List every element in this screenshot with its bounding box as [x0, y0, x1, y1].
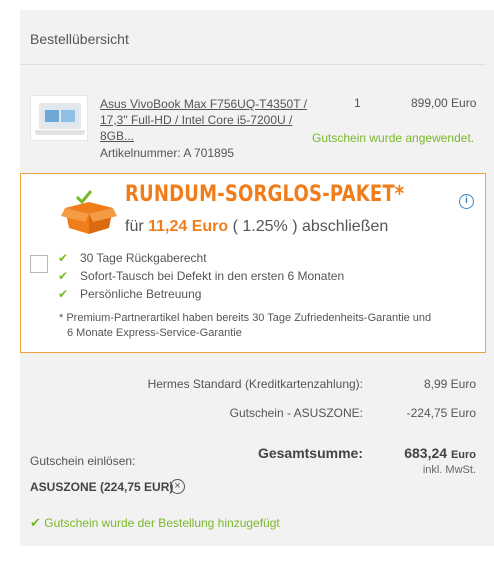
- product-price: 899,00 Euro: [411, 96, 477, 110]
- product-quantity: 1: [354, 96, 361, 110]
- product-name-line2: 17,3" Full-HD / Intel Core i5-7200U / 8G…: [100, 113, 293, 143]
- product-name-link[interactable]: Asus VivoBook Max F756UQ-T4350T / 17,3" …: [100, 96, 320, 144]
- laptop-base: [35, 130, 85, 135]
- coupon-success-message: ✔ Gutschein wurde der Bestellung hinzuge…: [30, 515, 280, 531]
- protection-package-box: RUNDUM-SORGLOS-PAKET* für 11,24 Euro ( 1…: [20, 173, 486, 353]
- benefit-text: Sofort-Tausch bei Defekt in den ersten 6…: [80, 269, 345, 283]
- package-icon: [61, 190, 117, 234]
- voucher-label: Gutschein - ASUSZONE:: [229, 406, 363, 420]
- list-item: ✔ 30 Tage Rückgaberecht: [58, 249, 344, 267]
- remove-coupon-icon[interactable]: ×: [170, 479, 185, 494]
- package-suffix: abschließen: [302, 218, 389, 235]
- package-amount: 11,24 Euro: [148, 218, 229, 235]
- total-currency: Euro: [450, 449, 476, 461]
- total-label: Gesamtsumme:: [257, 445, 363, 461]
- check-icon: ✔: [58, 287, 69, 301]
- benefit-list: ✔ 30 Tage Rückgaberecht ✔ Sofort-Tausch be…: [58, 249, 344, 303]
- benefit-text: Persönliche Betreuung: [80, 287, 202, 301]
- package-prefix: für: [125, 218, 144, 235]
- footnote-line1: * Premium-Partnerartikel haben bereits 3…: [59, 312, 432, 324]
- coupon-code: ASUSZONE (224,75 EUR): [30, 480, 174, 494]
- package-checkbox[interactable]: [30, 255, 48, 273]
- benefit-text: 30 Tage Rückgaberecht: [80, 251, 207, 265]
- check-icon: ✔: [58, 269, 69, 283]
- coupon-label: Gutschein einlösen:: [30, 454, 136, 468]
- screen-tile: [45, 110, 59, 122]
- shipping-label: Hermes Standard (Kreditkartenzahlung):: [147, 377, 363, 391]
- voucher-value: -224,75 Euro: [406, 406, 476, 420]
- footnote-line2: 6 Monate Express-Service-Garantie: [67, 327, 242, 339]
- product-name-line1: Asus VivoBook Max F756UQ-T4350T /: [100, 97, 307, 111]
- package-footnote: * Premium-Partnerartikel haben bereits 3…: [59, 311, 459, 341]
- screen-tile: [61, 110, 75, 122]
- article-number: Artikelnummer: A 701895: [100, 146, 235, 160]
- order-overview-title: Bestellübersicht: [30, 31, 129, 47]
- check-icon: ✔: [30, 515, 41, 530]
- total-amount: 683,24: [404, 445, 448, 461]
- info-icon[interactable]: i: [459, 194, 474, 209]
- list-item: ✔ Sofort-Tausch bei Defekt in den ersten …: [58, 267, 344, 285]
- check-icon: ✔: [58, 251, 69, 265]
- laptop-screen: [39, 103, 81, 129]
- package-percent: ( 1.25% ): [232, 218, 298, 235]
- coupon-applied-note: Gutschein wurde angewendet.: [312, 131, 475, 145]
- total-value: 683,24 Euro: [404, 445, 476, 461]
- package-price-line: für 11,24 Euro ( 1.25% ) abschließen: [125, 218, 388, 236]
- shipping-value: 8,99 Euro: [423, 377, 476, 391]
- tax-note: inkl. MwSt.: [422, 464, 476, 476]
- divider: [20, 64, 486, 65]
- list-item: ✔ Persönliche Betreuung: [58, 285, 344, 303]
- package-title: RUNDUM-SORGLOS-PAKET*: [125, 182, 405, 207]
- product-image[interactable]: [30, 95, 88, 141]
- coupon-success-text: Gutschein wurde der Bestellung hinzugefü…: [44, 516, 280, 530]
